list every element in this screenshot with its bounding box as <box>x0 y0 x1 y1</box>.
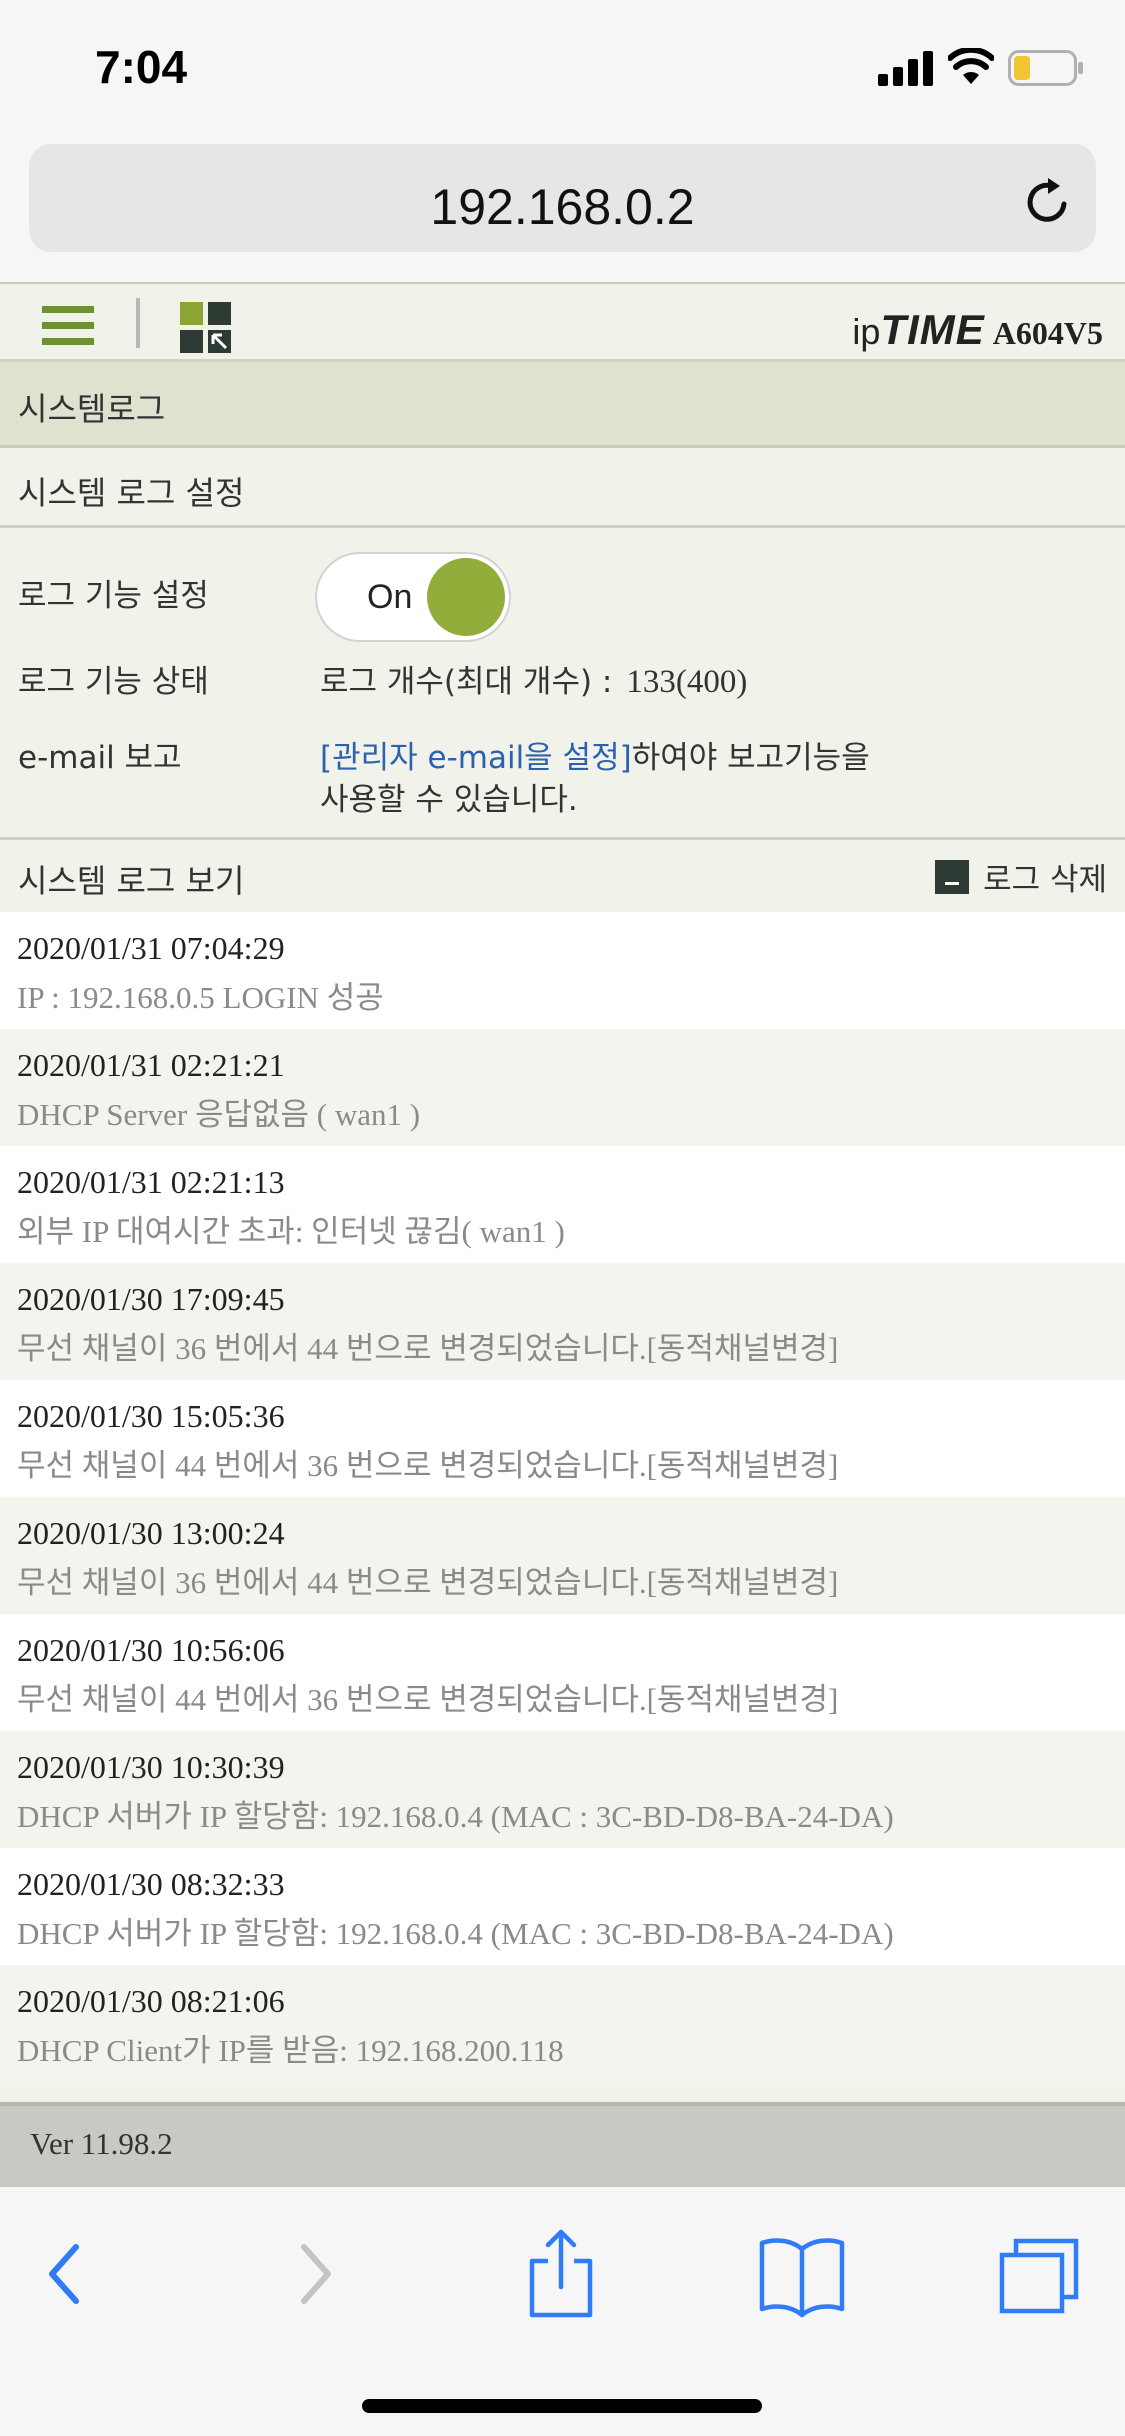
bookmarks-icon[interactable] <box>757 2229 847 2319</box>
log-item: 2020/01/30 10:30:39 DHCP 서버가 IP 할당함: 192… <box>0 1731 1125 1848</box>
log-date: 2020/01/30 08:32:33 <box>17 1866 285 1902</box>
log-item: 2020/01/30 08:21:06 DHCP Client가 IP를 받음:… <box>0 1965 1125 2082</box>
browser-toolbar <box>0 2187 1125 2436</box>
email-text: 하여야 보고기능을 <box>631 740 870 776</box>
log-date: 2020/01/30 10:30:39 <box>17 1749 285 1785</box>
log-date: 2020/01/30 10:56:06 <box>17 1632 285 1668</box>
email-info: [관리자 e-mail을 설정]하여야 보고기능을 <box>320 732 870 777</box>
log-list: 2020/01/31 07:04:29 IP : 192.168.0.5 LOG… <box>0 912 1125 2082</box>
email-label: e-mail 보고 <box>18 740 182 776</box>
brand-ip: ip <box>852 311 881 352</box>
brand-logo: ip TIME A604V5 <box>852 306 1103 354</box>
log-message: DHCP 서버가 IP 할당함: 192.168.0.4 (MAC : 3C-B… <box>17 1799 894 1834</box>
section-title: 시스템로그 <box>0 362 1125 448</box>
header-divider <box>136 298 140 348</box>
log-item: 2020/01/31 02:21:21 DHCP Server 응답없음 ( w… <box>0 1029 1125 1146</box>
status-time: 7:04 <box>95 41 188 93</box>
settings-header: 시스템 로그 설정 <box>0 448 1125 528</box>
log-message: 외부 IP 대여시간 초과: 인터넷 끊김( wan1 ) <box>17 1214 565 1249</box>
log-function-toggle[interactable]: On <box>315 552 511 642</box>
menu-icon[interactable] <box>42 304 94 348</box>
toggle-knob <box>427 558 505 636</box>
log-date: 2020/01/31 02:21:21 <box>17 1047 285 1083</box>
log-message: DHCP Client가 IP를 받음: 192.168.200.118 <box>17 2033 564 2068</box>
log-message: 무선 채널이 44 번에서 36 번으로 변경되었습니다.[동적채널변경] <box>17 1448 839 1483</box>
log-date: 2020/01/31 02:21:13 <box>17 1164 285 1200</box>
version-text: Ver 11.98.2 <box>30 2126 173 2161</box>
log-message: DHCP 서버가 IP 할당함: 192.168.0.4 (MAC : 3C-B… <box>17 1916 894 1951</box>
back-icon[interactable] <box>40 2229 90 2319</box>
log-function-label: 로그 기능 설정 <box>18 578 209 614</box>
brand-model: A604V5 <box>992 315 1103 351</box>
router-top-bar: ip TIME A604V5 <box>0 282 1125 362</box>
delete-log-label: 로그 삭제 <box>983 862 1107 898</box>
share-icon[interactable] <box>522 2229 600 2319</box>
log-item: 2020/01/30 17:09:45 무선 채널이 36 번에서 44 번으로… <box>0 1263 1125 1380</box>
settings-header-label: 시스템 로그 설정 <box>18 474 245 512</box>
log-message: 무선 채널이 36 번에서 44 번으로 변경되었습니다.[동적채널변경] <box>17 1565 839 1600</box>
log-date: 2020/01/30 13:00:24 <box>17 1515 285 1551</box>
toggle-label: On <box>367 578 413 616</box>
url-text: 192.168.0.2 <box>430 179 695 235</box>
address-bar[interactable]: 192.168.0.2 <box>29 144 1096 252</box>
apps-icon[interactable] <box>180 302 232 354</box>
log-status-label: 로그 기능 상태 <box>18 664 209 700</box>
log-message: 무선 채널이 44 번에서 36 번으로 변경되었습니다.[동적채널변경] <box>17 1682 839 1717</box>
log-count-label: 로그 개수(최대 개수) : <box>320 664 613 700</box>
log-settings: 로그 기능 설정 On 로그 기능 상태 로그 개수(최대 개수) : 133(4… <box>0 528 1125 840</box>
log-item: 2020/01/30 13:00:24 무선 채널이 36 번에서 44 번으로… <box>0 1497 1125 1614</box>
email-text-line2: 사용할 수 있습니다. <box>320 782 578 818</box>
log-date: 2020/01/30 15:05:36 <box>17 1398 285 1434</box>
admin-email-link[interactable]: [관리자 e-mail을 설정] <box>320 740 632 776</box>
home-indicator[interactable] <box>362 2399 762 2413</box>
log-item: 2020/01/30 08:32:33 DHCP 서버가 IP 할당함: 192… <box>0 1848 1125 1965</box>
log-view-header: 시스템 로그 보기 로그 삭제 <box>0 840 1125 912</box>
log-item: 2020/01/31 07:04:29 IP : 192.168.0.5 LOG… <box>0 912 1125 1029</box>
delete-log-button[interactable]: 로그 삭제 <box>935 854 1107 899</box>
brand-time: TIME <box>880 306 985 353</box>
battery-icon <box>1008 50 1083 86</box>
tabs-icon[interactable] <box>994 2229 1084 2319</box>
signal-icon <box>878 51 933 86</box>
forward-icon[interactable] <box>290 2229 340 2319</box>
log-date: 2020/01/30 08:21:06 <box>17 1983 285 2019</box>
log-item: 2020/01/30 10:56:06 무선 채널이 44 번에서 36 번으로… <box>0 1614 1125 1731</box>
log-date: 2020/01/30 17:09:45 <box>17 1281 285 1317</box>
delete-icon <box>935 859 970 894</box>
log-date: 2020/01/31 07:04:29 <box>17 930 285 966</box>
reload-icon[interactable] <box>1022 176 1074 228</box>
log-item: 2020/01/31 02:21:13 외부 IP 대여시간 초과: 인터넷 끊… <box>0 1146 1125 1263</box>
log-message: DHCP Server 응답없음 ( wan1 ) <box>17 1097 421 1132</box>
page-title: 시스템로그 <box>18 390 166 428</box>
wifi-icon <box>948 48 994 84</box>
router-page: ip TIME A604V5 시스템로그 시스템 로그 설정 로그 기능 설정 … <box>0 282 1125 2187</box>
status-bar: 7:04 <box>0 0 1125 130</box>
log-count-value: 133(400) <box>626 664 748 700</box>
log-view-title: 시스템 로그 보기 <box>18 862 245 900</box>
version-footer: Ver 11.98.2 <box>0 2102 1125 2187</box>
address-area: 192.168.0.2 <box>0 130 1125 280</box>
log-message: 무선 채널이 36 번에서 44 번으로 변경되었습니다.[동적채널변경] <box>17 1331 839 1366</box>
log-message: IP : 192.168.0.5 LOGIN 성공 <box>17 980 384 1015</box>
log-count: 로그 개수(최대 개수) : 133(400) <box>320 656 747 701</box>
log-item: 2020/01/30 15:05:36 무선 채널이 44 번에서 36 번으로… <box>0 1380 1125 1497</box>
